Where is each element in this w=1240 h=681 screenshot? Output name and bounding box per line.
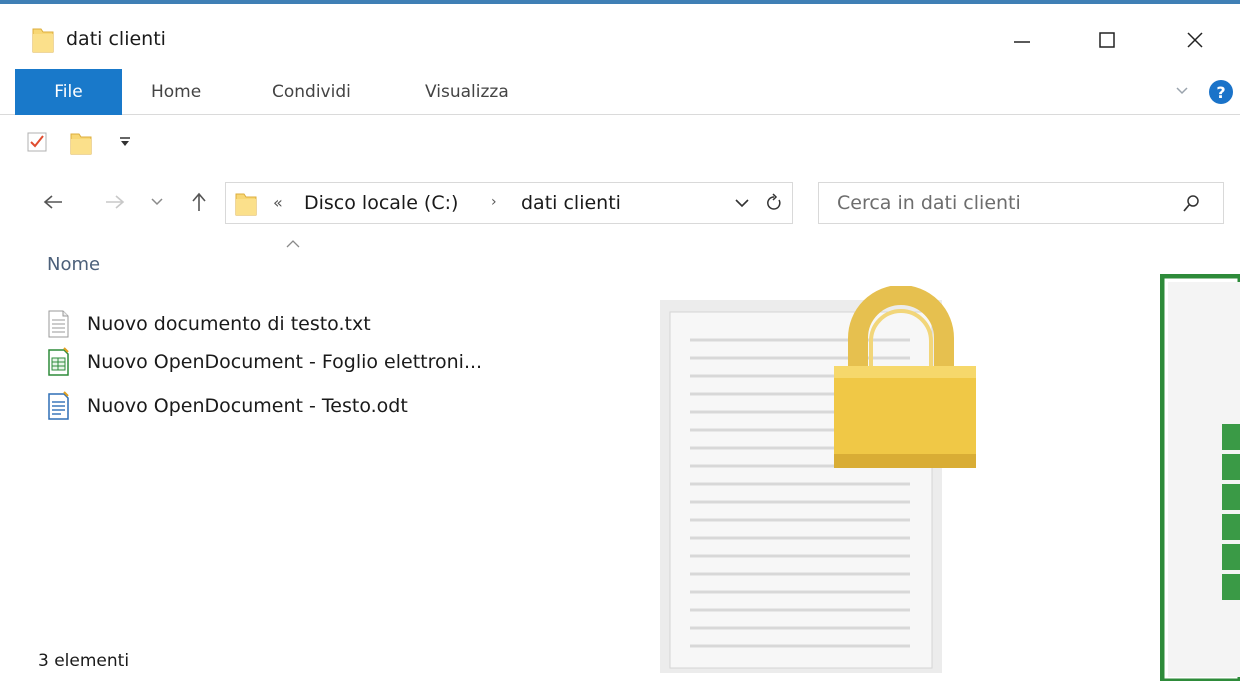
search-box[interactable]: Cerca in dati clienti [818,182,1224,224]
chevron-down-icon [151,198,163,206]
minimize-icon [1014,41,1030,43]
close-icon [1187,32,1203,48]
expand-ribbon-chevron-icon[interactable] [1174,83,1190,102]
window-title: dati clienti [66,28,166,50]
close-button[interactable] [1175,22,1215,58]
tab-file[interactable]: File [15,69,122,115]
spreadsheet-preview-image [1160,274,1240,681]
help-icon[interactable]: ? [1209,80,1233,104]
minimize-button[interactable] [1002,22,1042,58]
file-item[interactable]: Nuovo OpenDocument - Foglio elettroni... [45,345,565,379]
new-folder-icon[interactable] [68,130,94,160]
search-placeholder[interactable]: Cerca in dati clienti [837,192,1021,214]
back-button[interactable] [38,182,68,222]
search-icon[interactable] [1181,192,1203,218]
status-item-count: 3 elementi [38,651,130,671]
back-arrow-icon [43,195,62,209]
folder-icon [233,191,259,221]
maximize-button[interactable] [1087,22,1127,58]
file-name[interactable]: Nuovo OpenDocument - Foglio elettroni... [87,351,482,373]
ribbon-tabs: File Home Condividi Visualizza ? [0,69,1240,115]
column-header-name[interactable]: Nome [47,254,100,275]
lock-icon [834,286,976,468]
forward-arrow-icon [106,195,125,209]
address-bar[interactable]: « Disco locale (C:) › dati clienti [225,182,793,224]
quick-access-toolbar [0,122,300,162]
up-button[interactable] [184,182,214,222]
folder-icon [31,26,55,58]
properties-icon[interactable] [25,130,49,158]
customize-toolbar-icon[interactable] [118,134,132,153]
file-item[interactable]: Nuovo documento di testo.txt [45,307,565,341]
tab-home[interactable]: Home [151,82,201,102]
file-name[interactable]: Nuovo documento di testo.txt [87,313,371,335]
forward-button[interactable] [100,182,130,222]
writer-file-icon [48,391,69,420]
explorer-window: dati clienti File Home Condividi Visuali… [0,0,1240,681]
tab-share[interactable]: Condividi [272,82,351,102]
recent-locations-button[interactable] [145,182,169,222]
up-arrow-icon [192,192,206,211]
title-bar: dati clienti [0,8,1240,64]
breadcrumb-current-folder[interactable]: dati clienti [521,192,621,214]
breadcrumb-local-disk[interactable]: Disco locale (C:) [304,192,458,214]
text-file-icon [48,310,69,338]
spreadsheet-file-icon [48,347,69,376]
address-overflow[interactable]: « [273,193,283,212]
address-dropdown-icon[interactable] [733,192,751,218]
sort-ascending-icon [285,234,301,253]
breadcrumb-separator[interactable]: › [491,194,497,210]
file-item[interactable]: Nuovo OpenDocument - Testo.odt [45,389,565,423]
file-name[interactable]: Nuovo OpenDocument - Testo.odt [87,395,408,417]
refresh-icon[interactable] [764,192,784,218]
tab-view[interactable]: Visualizza [425,82,509,102]
maximize-icon [1099,32,1115,48]
